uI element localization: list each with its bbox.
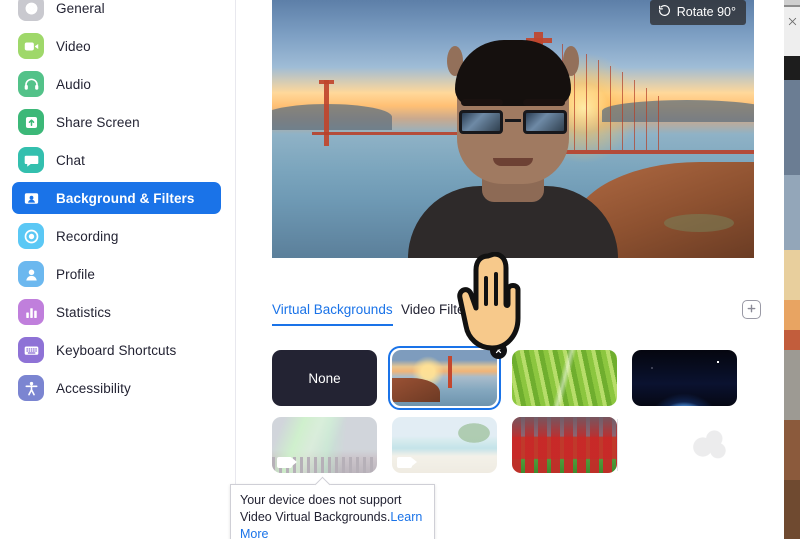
bridge-tower-left [324, 80, 329, 146]
video-camera-icon [397, 457, 417, 468]
person-card-icon [18, 185, 44, 211]
video-camera-icon [277, 457, 297, 468]
close-icon[interactable] [786, 16, 799, 29]
video-preview-image [272, 0, 754, 258]
person-eyebrow [523, 99, 565, 106]
rotate-90-button[interactable]: Rotate 90° [649, 0, 746, 25]
bridge-tower-left-crossbar [319, 80, 334, 84]
bar-chart-icon [18, 299, 44, 325]
sidebar-item-profile[interactable]: Profile [12, 258, 221, 290]
sidebar-item-label: General [56, 0, 105, 16]
background-thumb-aurora[interactable] [272, 417, 377, 473]
upload-icon [18, 109, 44, 135]
sidebar-item-label: Share Screen [56, 114, 140, 130]
video-preview[interactable]: Rotate 90° [272, 0, 754, 258]
sidebar-item-label: Video [56, 38, 91, 54]
person-mouth [493, 158, 533, 166]
rotate-ccw-icon [658, 4, 671, 20]
add-background-button[interactable] [742, 300, 761, 319]
sidebar-item-label: Statistics [56, 304, 112, 320]
background-thumb-none-label: None [308, 370, 341, 386]
zoom-settings-window: General Video Audio Share Screen Chat Backgro… [0, 0, 800, 539]
delete-background-button[interactable] [490, 342, 507, 359]
background-tabs: Virtual Backgrounds Video Filters [272, 300, 772, 332]
ghost-thumbnail [692, 429, 728, 459]
person-hair [455, 40, 571, 106]
bridge-cable [646, 88, 647, 150]
chat-icon [18, 147, 44, 173]
person-eyebrow [461, 99, 503, 106]
gear-icon [18, 0, 44, 21]
sidebar-item-recording[interactable]: Recording [12, 220, 221, 252]
background-thumb-soccer[interactable] [512, 417, 617, 473]
background-thumbnail-grid: None [272, 342, 792, 484]
tooltip-text: Your device does not support Video Virtu… [240, 493, 402, 524]
background-thumb-beach[interactable] [392, 417, 497, 473]
sidebar-item-share-screen[interactable]: Share Screen [12, 106, 221, 138]
sidebar-item-statistics[interactable]: Statistics [12, 296, 221, 328]
bridge-cable [634, 80, 635, 150]
sidebar-item-video[interactable]: Video [12, 30, 221, 62]
sidebar-item-label: Audio [56, 76, 92, 92]
sidebar-item-label: Background & Filters [56, 190, 195, 206]
sidebar-item-label: Profile [56, 266, 95, 282]
camera-icon [18, 33, 44, 59]
tab-virtual-backgrounds[interactable]: Virtual Backgrounds [272, 302, 393, 326]
headphones-icon [18, 71, 44, 97]
sidebar-item-keyboard-shortcuts[interactable]: Keyboard Shortcuts [12, 334, 221, 366]
keyboard-icon [18, 337, 44, 363]
settings-sidebar: General Video Audio Share Screen Chat Backgro… [0, 0, 235, 539]
accessibility-icon [18, 375, 44, 401]
person-glasses [459, 110, 567, 136]
thumbnail-row [272, 417, 792, 474]
background-hill [602, 100, 754, 122]
background-window-fragment [784, 0, 800, 539]
sidebar-item-label: Accessibility [56, 380, 131, 396]
background-thumb-bridge[interactable] [392, 350, 497, 406]
sidebar-item-accessibility[interactable]: Accessibility [12, 372, 221, 404]
record-icon [18, 223, 44, 249]
sidebar-item-general[interactable]: General [12, 0, 221, 24]
sidebar-item-label: Keyboard Shortcuts [56, 342, 177, 358]
glasses-lens [523, 110, 567, 134]
background-thumb-none[interactable]: None [272, 350, 377, 406]
unsupported-tooltip: Your device does not support Video Virtu… [230, 476, 435, 539]
glasses-lens [459, 110, 503, 134]
background-hill [272, 104, 392, 130]
sidebar-item-audio[interactable]: Audio [12, 68, 221, 100]
background-thumb-grass[interactable] [512, 350, 617, 406]
glasses-bridge [505, 119, 521, 122]
person-silhouette [403, 26, 623, 258]
sidebar-item-background-filters[interactable]: Background & Filters [12, 182, 221, 214]
sidebar-item-label: Chat [56, 152, 85, 168]
rotate-90-label: Rotate 90° [676, 5, 736, 19]
plus-icon [746, 301, 757, 319]
thumbnail-row-divider [617, 419, 618, 471]
settings-content-pane: Rotate 90° Virtual Backgrounds Video Fil… [236, 0, 800, 539]
close-x-icon [495, 347, 502, 354]
background-thumb-space[interactable] [632, 350, 737, 406]
sidebar-item-label: Recording [56, 228, 119, 244]
tab-video-filters[interactable]: Video Filters [401, 302, 476, 324]
sidebar-item-chat[interactable]: Chat [12, 144, 221, 176]
thumbnail-row: None [272, 342, 792, 410]
bridge-cable [658, 96, 659, 150]
foreground-shrub [664, 214, 734, 232]
profile-icon [18, 261, 44, 287]
